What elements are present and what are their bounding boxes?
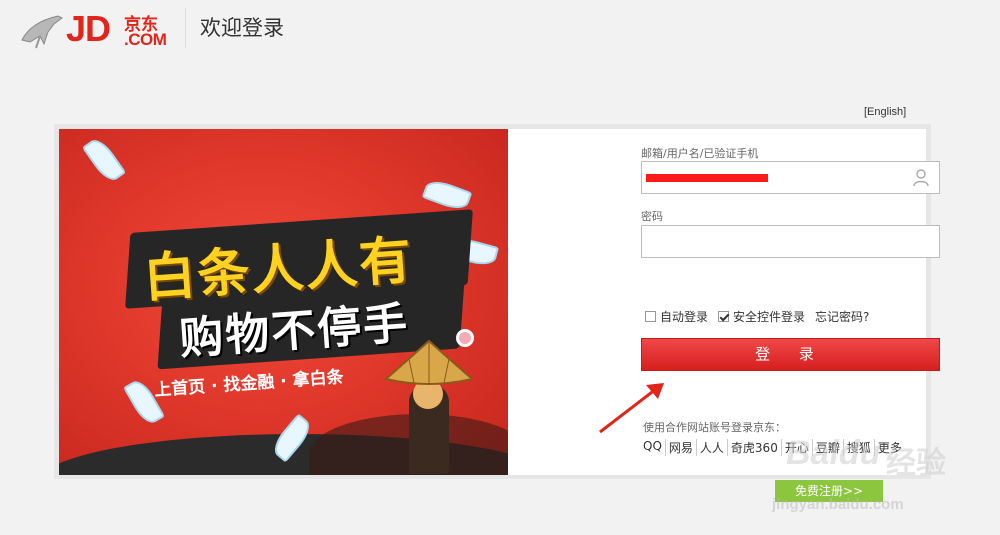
jd-dog-logo-icon (21, 15, 63, 49)
partner-renren[interactable]: 人人 (697, 439, 728, 456)
password-field[interactable] (641, 225, 940, 258)
password-input[interactable] (642, 226, 902, 257)
jd-logo[interactable]: JD 京东 .COM (18, 6, 178, 50)
header-divider (185, 8, 186, 48)
redacted-username (646, 174, 768, 182)
paper-decoration (421, 176, 473, 214)
username-label: 邮箱/用户名/已验证手机 (641, 147, 759, 160)
promo-banner[interactable]: 白条人人有 购物不停手 上首页 · 找金融 · 拿白条 (59, 129, 508, 475)
login-options: 自动登录 安全控件登录 忘记密码? (645, 308, 869, 325)
login-form: 邮箱/用户名/已验证手机 密码 自动登录 安全控件登录 忘记密码? 登 录 使用… (508, 129, 940, 475)
straw-hat-icon (384, 339, 474, 385)
forgot-password-link[interactable]: 忘记密码? (815, 308, 869, 325)
english-link[interactable]: [English] (864, 106, 906, 118)
watermark-brand: Baidu (786, 434, 881, 472)
auto-login-checkbox[interactable] (645, 311, 656, 322)
paper-decoration (81, 134, 127, 186)
page-header: JD 京东 .COM 欢迎登录 (0, 0, 1000, 60)
security-control-label: 安全控件登录 (733, 310, 806, 324)
login-panel: 白条人人有 购物不停手 上首页 · 找金融 · 拿白条 邮箱/用户名/已验证手机… (54, 124, 940, 479)
security-control-checkbox[interactable] (718, 311, 730, 322)
auto-login-option[interactable]: 自动登录 (645, 308, 708, 325)
baidu-watermark: Baidu 经验 jingyan.baidu.com (768, 430, 1000, 535)
partner-netease[interactable]: 网易 (666, 439, 697, 456)
page-title: 欢迎登录 (200, 16, 284, 40)
password-label: 密码 (641, 210, 663, 223)
flower-decoration (456, 329, 474, 347)
logo-com-text: .COM (124, 30, 167, 49)
partner-qq[interactable]: QQ (643, 439, 666, 456)
login-button[interactable]: 登 录 (641, 338, 940, 371)
partner-login-label: 使用合作网站账号登录京东： (643, 421, 786, 434)
username-field[interactable] (641, 161, 940, 194)
security-control-option[interactable]: 安全控件登录 (718, 308, 805, 325)
watermark-url: jingyan.baidu.com (772, 496, 904, 513)
logo-jd-text: JD (66, 8, 111, 49)
watermark-cn: 经验 (886, 447, 946, 480)
user-icon (913, 169, 929, 187)
auto-login-label: 自动登录 (660, 310, 709, 324)
